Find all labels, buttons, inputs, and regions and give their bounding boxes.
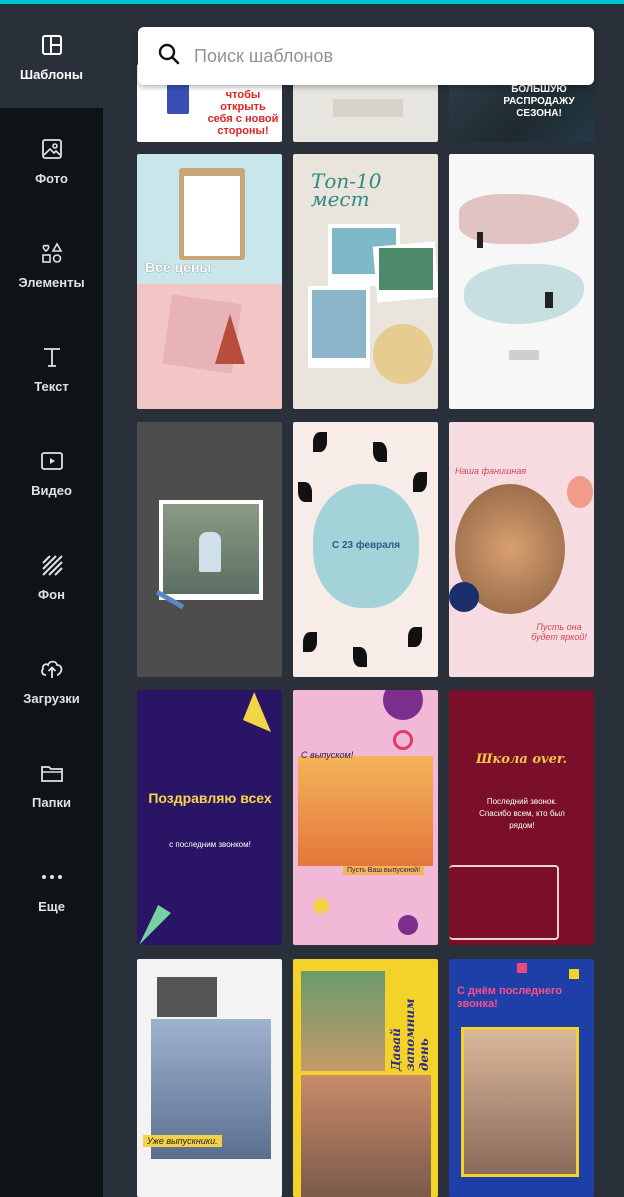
elements-icon [38, 239, 66, 267]
templates-panel: чтобы открыть себя с новой стороны! БОЛЬ… [103, 4, 624, 1197]
template-figure [545, 292, 553, 308]
template-confetti [569, 969, 579, 979]
template-photo [298, 756, 433, 866]
template-card[interactable]: Наша фанишная Пусть она будет яркой! [449, 422, 594, 677]
template-photo [301, 1075, 431, 1197]
template-text: С 23 февраля [331, 540, 401, 551]
templates-icon [38, 31, 66, 59]
template-card[interactable]: Школа over. Последний звонок. Спасибо вс… [449, 690, 594, 945]
sidebar-item-elements[interactable]: Элементы [0, 212, 103, 316]
sidebar-item-text[interactable]: Текст [0, 316, 103, 420]
template-text: С выпуском! [301, 750, 354, 760]
sidebar-item-label: Элементы [18, 274, 85, 290]
template-text: Наша фанишная [455, 466, 527, 476]
template-text: Поздравляю всех [148, 790, 272, 806]
template-illustration [333, 99, 403, 117]
photo-icon [38, 135, 66, 163]
sidebar-item-label: Шаблоны [20, 66, 83, 82]
template-subtext: с последним звонком! [169, 840, 251, 849]
sidebar-item-label: Фон [38, 586, 65, 602]
template-text: БОЛЬШУЮ РАСПРОДАЖУ СЕЗОНА! [503, 84, 575, 119]
template-books [449, 865, 559, 940]
template-leaf [313, 432, 327, 452]
background-icon [38, 551, 66, 579]
sidebar-item-video[interactable]: Видео [0, 420, 103, 524]
sidebar-item-label: Текст [34, 378, 69, 394]
template-photo [301, 971, 385, 1071]
template-card[interactable]: Все цены [137, 154, 282, 409]
template-photo [379, 248, 433, 290]
search-icon [158, 43, 180, 70]
video-icon [38, 447, 66, 475]
template-text: Уже выпускники. [143, 1135, 222, 1147]
template-paper [184, 176, 240, 256]
template-leaf [298, 482, 312, 502]
template-dot [398, 915, 418, 935]
template-text: Топ-10 мест [311, 169, 382, 211]
template-card[interactable]: Уже выпускники. [137, 959, 282, 1197]
sidebar-item-templates[interactable]: Шаблоны [0, 4, 103, 108]
sidebar-item-photo[interactable]: Фото [0, 108, 103, 212]
template-text: Пусть Ваш выпускной! [343, 866, 425, 875]
template-card[interactable] [449, 154, 594, 409]
sidebar-item-more[interactable]: Еще [0, 836, 103, 940]
sidebar-item-label: Загрузки [23, 690, 80, 706]
template-text: Все цены [145, 259, 212, 275]
template-photo [157, 977, 217, 1017]
scrollbar[interactable] [616, 4, 624, 1197]
template-party-hat [139, 905, 171, 945]
template-text: Школа over. [475, 752, 568, 767]
template-card[interactable]: С днём последнего звонка! [449, 959, 594, 1197]
template-leaf [408, 627, 422, 647]
template-card[interactable]: Поздравляю всех с последним звонком! [137, 690, 282, 945]
sidebar-item-label: Видео [31, 482, 72, 498]
template-shape [567, 476, 593, 508]
upload-icon [38, 655, 66, 683]
sidebar-item-label: Папки [32, 794, 71, 810]
template-dot [313, 898, 329, 914]
sidebar-item-label: Фото [35, 170, 68, 186]
template-leaf [353, 647, 367, 667]
template-brush [464, 264, 584, 324]
template-leaf [303, 632, 317, 652]
template-shells [373, 324, 433, 384]
template-card[interactable] [137, 422, 282, 677]
template-dot [383, 690, 423, 720]
template-photo [461, 1027, 579, 1177]
template-leaf [413, 472, 427, 492]
template-text: Давай запомним день [389, 998, 431, 1071]
template-illustration [167, 84, 189, 114]
template-photo [312, 290, 366, 358]
search-bar[interactable] [138, 27, 594, 85]
template-caption [509, 350, 539, 360]
template-text: Пусть она будет яркой! [531, 622, 587, 642]
template-confetti [517, 963, 527, 973]
search-input[interactable] [194, 45, 574, 67]
template-leaf [373, 442, 387, 462]
folder-icon [38, 759, 66, 787]
template-text: С днём последнего звонка! [457, 985, 563, 1010]
sidebar-item-folders[interactable]: Папки [0, 732, 103, 836]
template-text: чтобы открыть себя с новой стороны! [207, 89, 279, 137]
template-card[interactable]: С выпуском! Пусть Ваш выпускной! [293, 690, 438, 945]
template-card[interactable]: С 23 февраля [293, 422, 438, 677]
sidebar: Шаблоны Фото Элементы Текст Видео Фон За… [0, 4, 103, 1197]
template-shape [449, 582, 479, 612]
template-ring [393, 730, 413, 750]
sidebar-item-label: Еще [38, 898, 65, 914]
template-card[interactable]: Давай запомним день [293, 959, 438, 1197]
template-card[interactable]: Топ-10 мест [293, 154, 438, 409]
template-figure [477, 232, 483, 248]
more-icon [38, 863, 66, 891]
sidebar-item-background[interactable]: Фон [0, 524, 103, 628]
sidebar-item-uploads[interactable]: Загрузки [0, 628, 103, 732]
text-icon [38, 343, 66, 371]
template-subtext: Последний звонок. Спасибо всем, кто был … [479, 797, 565, 830]
template-party-hat [243, 692, 271, 732]
template-figure [199, 532, 221, 572]
